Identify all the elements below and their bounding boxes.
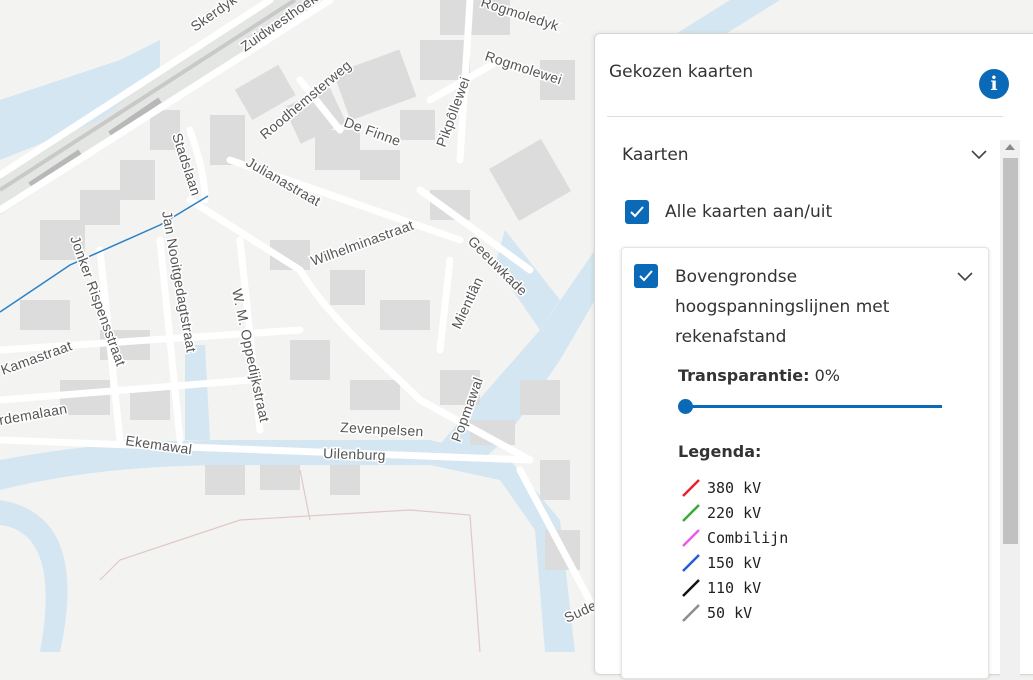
chevron-down-icon[interactable]: [971, 150, 987, 160]
legend-line-swatch: [682, 529, 700, 547]
legend-label: 50 kV: [707, 604, 753, 622]
legend-label: 220 kV: [707, 504, 762, 522]
section-title-kaarten: Kaarten: [622, 145, 689, 165]
legend-title: Legenda:: [678, 442, 762, 461]
legend-item: 50 kV: [680, 603, 752, 623]
panel-title: Gekozen kaarten: [609, 62, 754, 82]
panel-header: [607, 48, 1003, 117]
layer-name[interactable]: Bovengrondse hoogspanningslijnen met rek…: [675, 262, 925, 352]
legend-line-swatch: [682, 579, 700, 597]
scrollbar-thumb[interactable]: [1003, 158, 1018, 544]
toggle-all-label[interactable]: Alle kaarten aan/uit: [665, 202, 832, 222]
legend-line-swatch: [682, 479, 700, 497]
legend-line-swatch: [682, 504, 700, 522]
scrollbar[interactable]: [1000, 140, 1020, 680]
legend-item: Combilijn: [680, 528, 788, 548]
layer-card: Bovengrondse hoogspanningslijnen met rek…: [621, 247, 989, 679]
transparency-slider-track[interactable]: [686, 405, 942, 408]
toggle-all-checkbox[interactable]: [625, 200, 649, 224]
layer-checkbox[interactable]: [634, 264, 658, 288]
legend-item: 150 kV: [680, 553, 761, 573]
legend-line-swatch: [682, 554, 700, 572]
legend-item: 220 kV: [680, 503, 761, 523]
transparency-label-text: Transparantie:: [678, 366, 810, 385]
chosen-maps-panel: Gekozen kaarten i Kaarten Alle kaarten a…: [594, 33, 1033, 680]
legend-line-swatch: [682, 604, 700, 622]
transparency-label: Transparantie: 0%: [678, 366, 840, 385]
chevron-down-icon[interactable]: [957, 272, 973, 282]
legend-label: 150 kV: [707, 554, 762, 572]
checkmark-icon: [639, 270, 653, 282]
info-icon[interactable]: i: [979, 69, 1009, 99]
legend-item: 110 kV: [680, 578, 761, 598]
legend-item: 380 kV: [680, 478, 761, 498]
checkmark-icon: [630, 206, 644, 218]
legend-label: Combilijn: [707, 529, 789, 547]
transparency-slider-thumb[interactable]: [678, 399, 693, 414]
street-label: Uilenburg: [323, 445, 386, 463]
scroll-up-icon[interactable]: [1005, 144, 1015, 150]
legend-label: 110 kV: [707, 579, 762, 597]
transparency-value: 0%: [814, 366, 840, 385]
legend-label: 380 kV: [707, 479, 762, 497]
